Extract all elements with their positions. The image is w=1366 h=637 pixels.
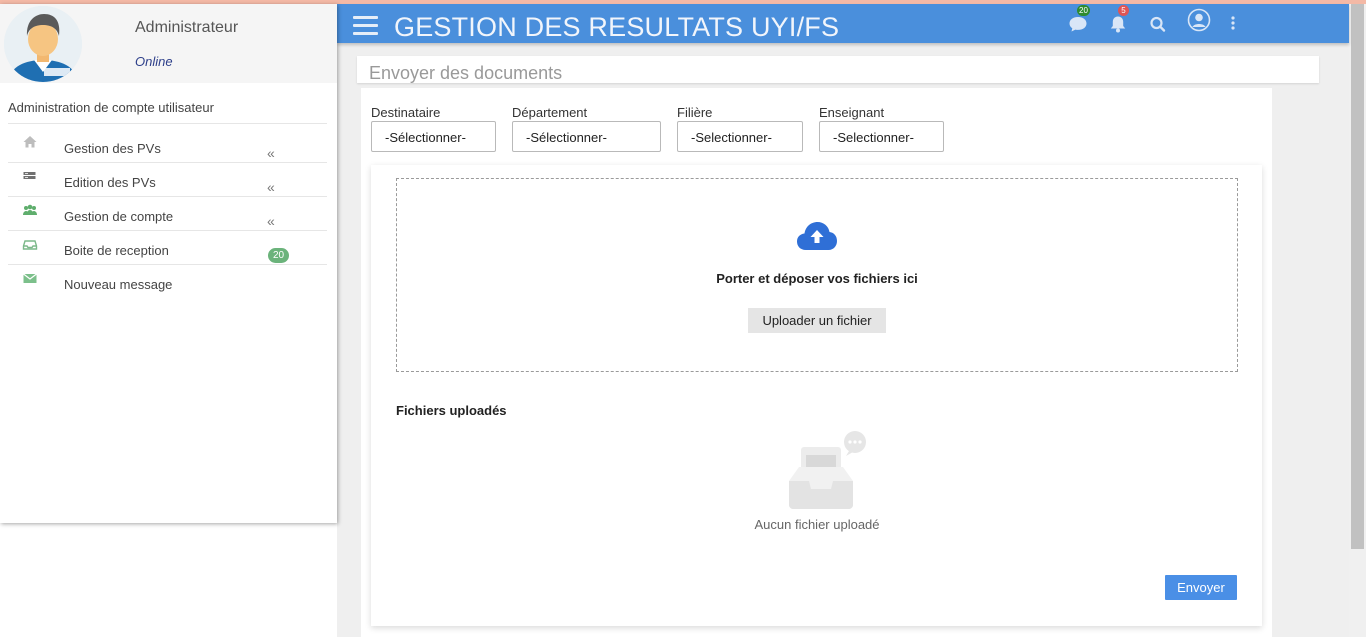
empty-inbox-icon: [783, 427, 871, 511]
uploaded-files-title: Fichiers uploadés: [396, 403, 507, 418]
file-dropzone[interactable]: Porter et déposer vos fichiers ici Uploa…: [396, 178, 1238, 372]
user-account-icon[interactable]: [1187, 8, 1211, 32]
profile-name: Administrateur: [135, 19, 239, 36]
app-title: GESTION DES RESULTATS UYI/FS: [394, 12, 840, 42]
sidebar-item-label: Gestion de compte: [64, 209, 174, 224]
sidebar: Administrateur Online Administration de …: [0, 4, 337, 523]
cloud-upload-icon: [796, 219, 838, 253]
enseignant-select[interactable]: -Selectionner-: [819, 121, 944, 152]
dropzone-text: Porter et déposer vos fichiers ici: [716, 271, 918, 286]
search-icon[interactable]: [1148, 15, 1168, 33]
destinataire-label: Destinataire: [371, 105, 441, 120]
envelope-icon: [22, 271, 38, 285]
inbox-icon: [22, 237, 38, 251]
users-icon: [22, 203, 38, 217]
chat-icon[interactable]: [1068, 15, 1088, 33]
sidebar-section-title: Administration de compte utilisateur: [8, 100, 214, 115]
sidebar-item-label: Nouveau message: [64, 277, 173, 292]
sidebar-item-label: Edition des PVs: [64, 175, 156, 190]
more-vertical-icon[interactable]: [1227, 15, 1239, 33]
profile-header: Administrateur Online: [0, 4, 337, 83]
sidebar-divider: [8, 123, 327, 124]
messages-badge: 20: [1077, 5, 1090, 16]
expand-arrow-icon: «: [267, 145, 275, 161]
sidebar-menu: Gestion des PVs « Edition des PVs « Gest…: [8, 129, 327, 299]
scrollbar-thumb[interactable]: [1351, 4, 1364, 549]
sidebar-item-gestion-compte[interactable]: Gestion de compte «: [8, 197, 327, 231]
profile-status: Online: [135, 54, 173, 69]
enseignant-label: Enseignant: [819, 105, 885, 120]
sidebar-item-boite-reception[interactable]: Boite de reception 20: [8, 231, 327, 265]
destinataire-select[interactable]: -Sélectionner-: [371, 121, 496, 152]
departement-label: Département: [512, 105, 588, 120]
top-navbar: GESTION DES RESULTATS UYI/FS 20 5: [337, 4, 1349, 43]
expand-arrow-icon: «: [267, 179, 275, 195]
menu-toggle-icon[interactable]: [353, 16, 378, 36]
bell-icon[interactable]: [1108, 15, 1128, 33]
vertical-scrollbar[interactable]: [1349, 4, 1366, 637]
filiere-label: Filière: [677, 105, 713, 120]
upload-card: Porter et déposer vos fichiers ici Uploa…: [371, 165, 1262, 626]
filiere-select[interactable]: -Selectionner-: [677, 121, 803, 152]
content-panel: Destinataire -Sélectionner- Département …: [361, 88, 1272, 637]
server-icon: [22, 169, 38, 183]
inbox-count-badge: 20: [268, 248, 289, 263]
sidebar-item-gestion-pvs[interactable]: Gestion des PVs «: [8, 129, 327, 163]
upload-file-button[interactable]: Uploader un fichier: [748, 308, 886, 333]
home-icon: [22, 135, 38, 149]
expand-arrow-icon: «: [267, 213, 275, 229]
notifications-badge: 5: [1118, 5, 1129, 16]
avatar[interactable]: [4, 6, 82, 82]
sidebar-item-nouveau-message[interactable]: Nouveau message: [8, 265, 327, 299]
page-header: Envoyer des documents: [357, 56, 1319, 83]
empty-files-text: Aucun fichier uploadé: [754, 517, 880, 532]
sidebar-item-label: Gestion des PVs: [64, 141, 161, 156]
sidebar-item-label: Boite de reception: [64, 243, 169, 258]
departement-select[interactable]: -Sélectionner-: [512, 121, 661, 152]
sidebar-item-edition-pvs[interactable]: Edition des PVs «: [8, 163, 327, 197]
page-title: Envoyer des documents: [369, 63, 563, 83]
send-button[interactable]: Envoyer: [1165, 575, 1237, 600]
